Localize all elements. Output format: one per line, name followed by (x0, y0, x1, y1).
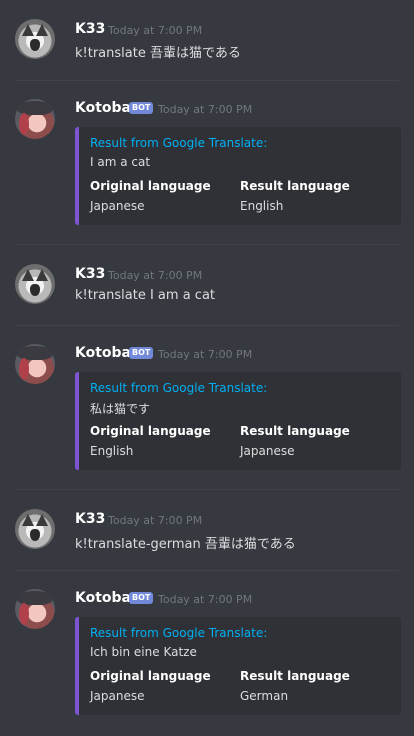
avatar[interactable] (15, 509, 55, 549)
translation-embed: Result from Google Translate: 私は猫です Orig… (75, 372, 401, 470)
timestamp: Today at 7:00 PM (158, 593, 253, 606)
translation-embed: Result from Google Translate: I am a cat… (75, 127, 401, 225)
embed-title: Result from Google Translate: (90, 626, 268, 640)
message-divider (15, 80, 399, 81)
message-divider (15, 570, 399, 571)
avatar[interactable] (15, 264, 55, 304)
bot-badge: BOT (129, 102, 154, 114)
embed-title: Result from Google Translate: (90, 136, 268, 150)
avatar[interactable] (15, 19, 55, 59)
timestamp: Today at 7:00 PM (108, 24, 203, 37)
avatar[interactable] (15, 344, 55, 384)
message-text: k!translate-german 吾輩は猫である (75, 537, 296, 552)
author-name[interactable]: K33 (75, 21, 105, 37)
field-original-language-label: Original language (90, 669, 211, 683)
bot-badge: BOT (129, 347, 154, 359)
author-name[interactable]: Kotoba (75, 590, 131, 606)
embed-title: Result from Google Translate: (90, 381, 268, 395)
timestamp: Today at 7:00 PM (158, 348, 253, 361)
field-result-language-value: English (240, 199, 284, 213)
field-original-language-label: Original language (90, 179, 211, 193)
avatar[interactable] (15, 99, 55, 139)
author-name[interactable]: Kotoba (75, 345, 131, 361)
embed-result: I am a cat (90, 155, 151, 169)
field-result-language-value: German (240, 689, 289, 703)
message-divider (15, 244, 399, 245)
field-result-language-label: Result language (240, 179, 350, 193)
message-text: k!translate 吾輩は猫である (75, 46, 241, 61)
field-result-language-label: Result language (240, 424, 350, 438)
timestamp: Today at 7:00 PM (108, 269, 203, 282)
message-text: k!translate I am a cat (75, 288, 216, 303)
embed-result: 私は猫です (90, 402, 151, 416)
field-original-language-value: Japanese (90, 199, 145, 213)
author-name[interactable]: Kotoba (75, 100, 131, 116)
bot-badge: BOT (129, 592, 154, 604)
field-original-language-value: Japanese (90, 689, 145, 703)
author-name[interactable]: K33 (75, 266, 105, 282)
embed-result: Ich bin eine Katze (90, 645, 197, 659)
message-divider (15, 325, 399, 326)
author-name[interactable]: K33 (75, 511, 105, 527)
timestamp: Today at 7:00 PM (108, 514, 203, 527)
message-divider (15, 489, 399, 490)
translation-embed: Result from Google Translate: Ich bin ei… (75, 617, 401, 715)
timestamp: Today at 7:00 PM (158, 103, 253, 116)
field-original-language-value: English (90, 444, 134, 458)
field-result-language-value: Japanese (240, 444, 295, 458)
field-result-language-label: Result language (240, 669, 350, 683)
field-original-language-label: Original language (90, 424, 211, 438)
avatar[interactable] (15, 589, 55, 629)
